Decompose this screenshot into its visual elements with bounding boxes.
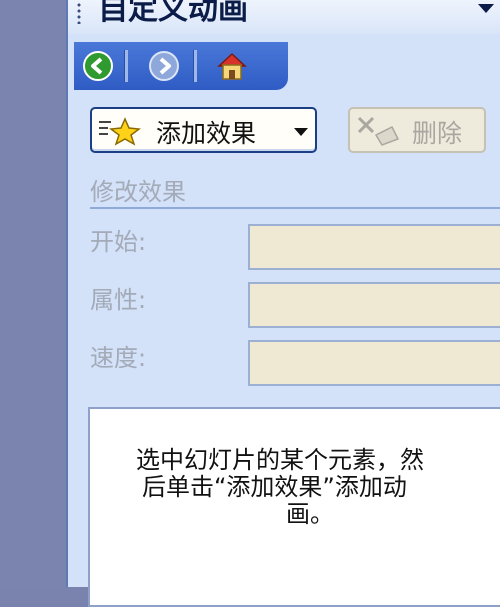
start-label: 开始: (90, 228, 147, 256)
forward-arrow-icon (149, 51, 179, 81)
delete-button[interactable]: 删除 (348, 107, 486, 153)
property-label: 属性: (90, 286, 147, 314)
empty-list-hint: 选中幻灯片的某个元素，然 后单击“添加效果”添加动 画。 (90, 447, 500, 528)
chevron-down-icon (294, 128, 308, 136)
hint-line: 选中幻灯片的某个元素，然 (136, 446, 424, 474)
speed-field[interactable] (248, 340, 500, 386)
hint-line: 画。 (286, 500, 334, 528)
pane-title: 自定义动画 (98, 0, 248, 27)
back-arrow-icon (83, 51, 113, 81)
home-button[interactable] (214, 48, 250, 84)
nav-separator (124, 50, 128, 82)
delete-label: 删除 (412, 119, 463, 148)
pane-titlebar: 自定义动画 (68, 0, 500, 34)
custom-animation-pane: 自定义动画 添加效果 删除 修改效果 开始: 属性: 速度: 选中幻灯片的某个元… (66, 0, 500, 607)
left-background-strip (0, 0, 66, 587)
star-effect-icon (99, 117, 141, 146)
home-icon (217, 52, 247, 80)
add-effect-button[interactable]: 添加效果 (90, 107, 317, 153)
property-field[interactable] (248, 282, 500, 328)
start-field[interactable] (248, 224, 500, 270)
modify-effect-heading: 修改效果 (90, 178, 186, 206)
group-divider (90, 207, 500, 209)
delete-icon (357, 116, 400, 146)
hint-line: 后单击“添加效果”添加动 (142, 473, 407, 501)
animation-effects-list[interactable]: 选中幻灯片的某个元素，然 后单击“添加效果”添加动 画。 (88, 407, 500, 607)
nav-separator (193, 50, 197, 82)
drag-grip-icon[interactable] (77, 2, 81, 24)
add-effect-label: 添加效果 (156, 119, 257, 148)
forward-button[interactable] (146, 48, 182, 84)
back-button[interactable] (80, 48, 116, 84)
speed-label: 速度: (90, 344, 147, 372)
pane-menu-arrow-icon[interactable] (478, 4, 494, 13)
pane-navigation-bar (74, 42, 288, 90)
